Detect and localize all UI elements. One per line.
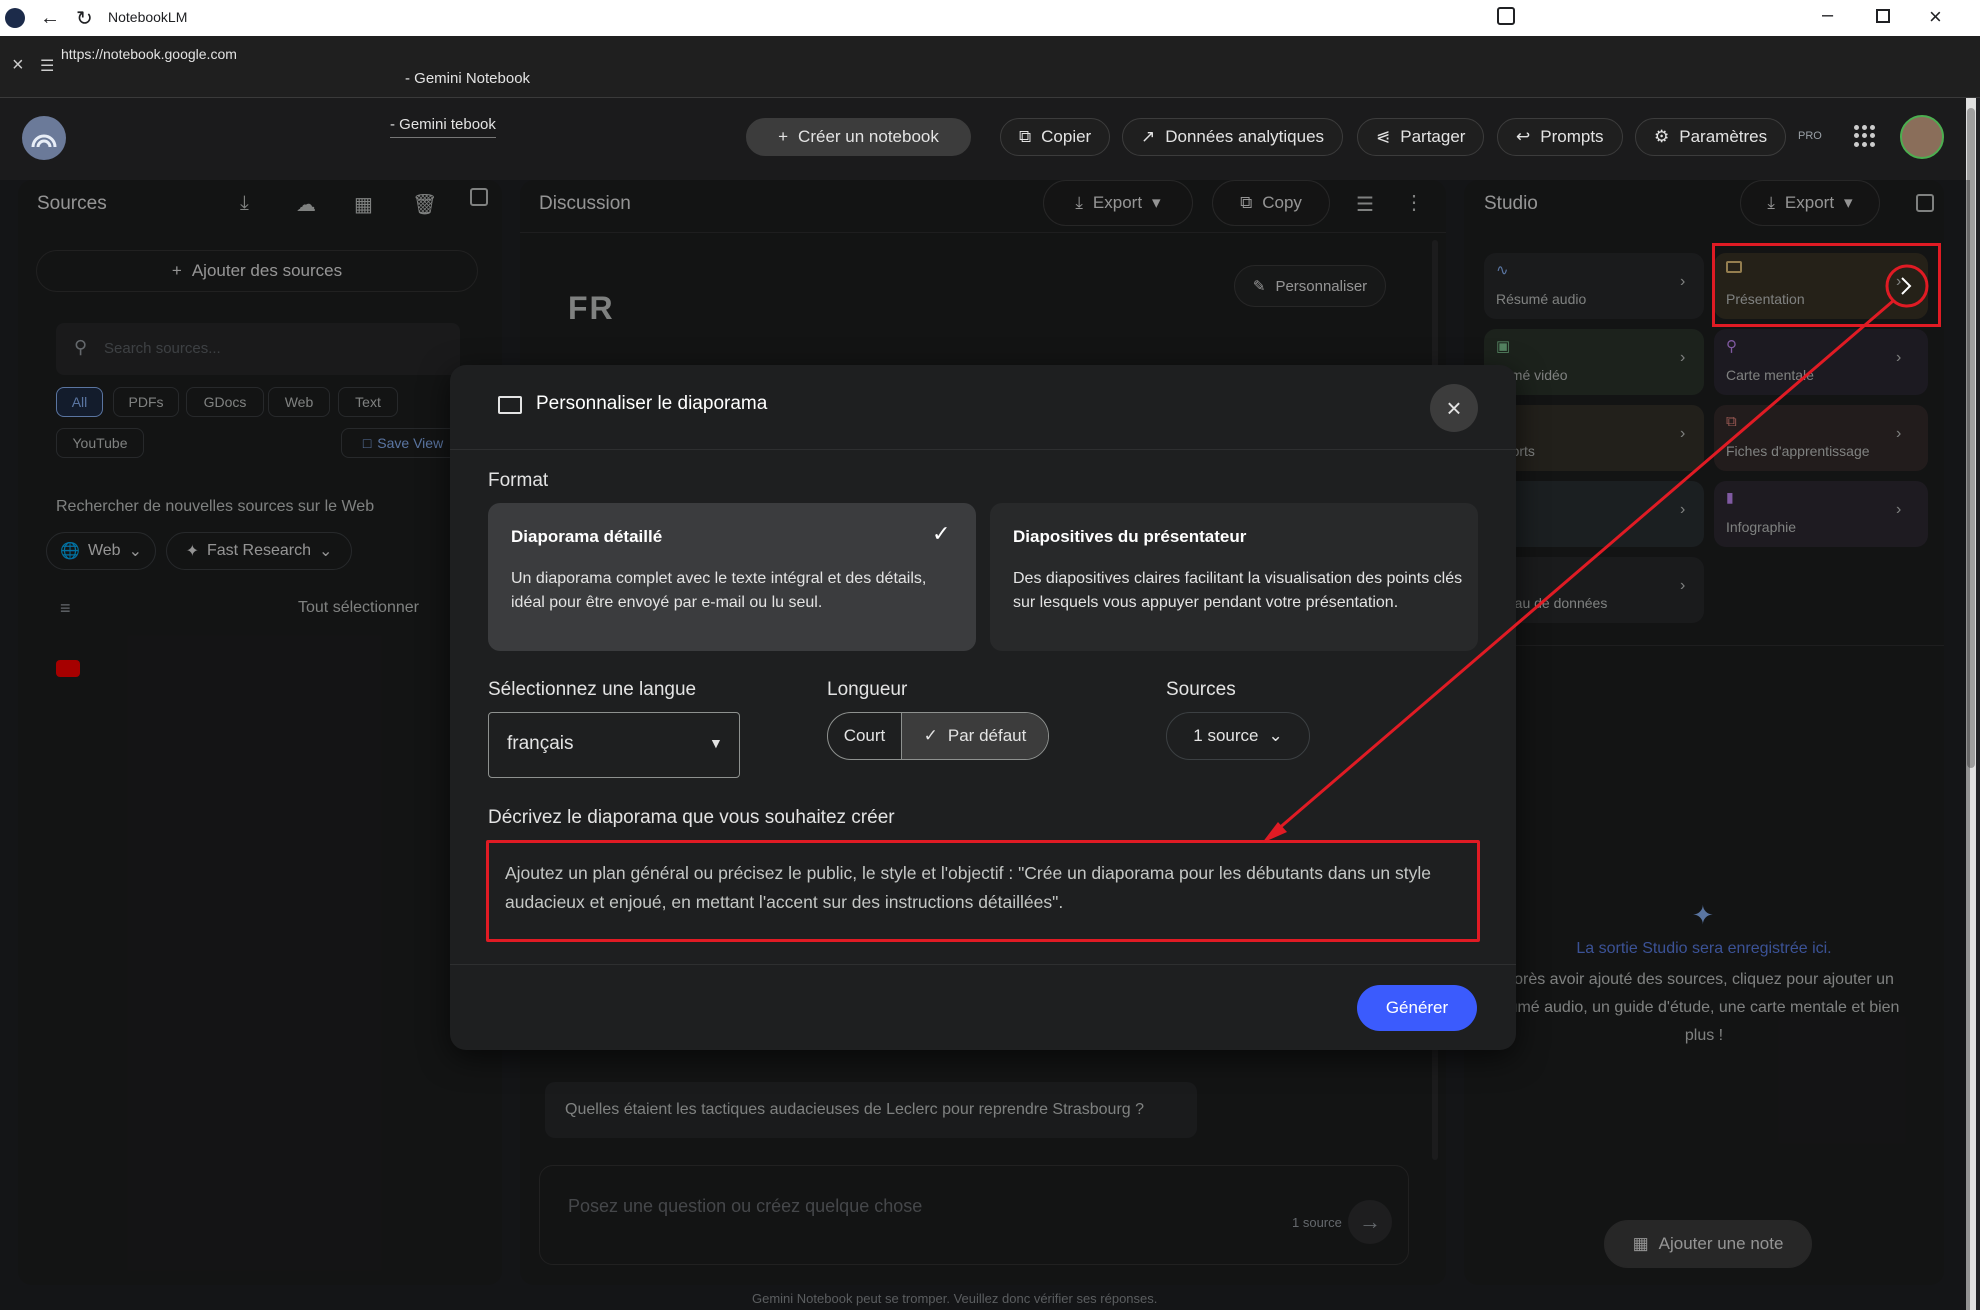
annotation-arrow bbox=[1262, 264, 1929, 843]
